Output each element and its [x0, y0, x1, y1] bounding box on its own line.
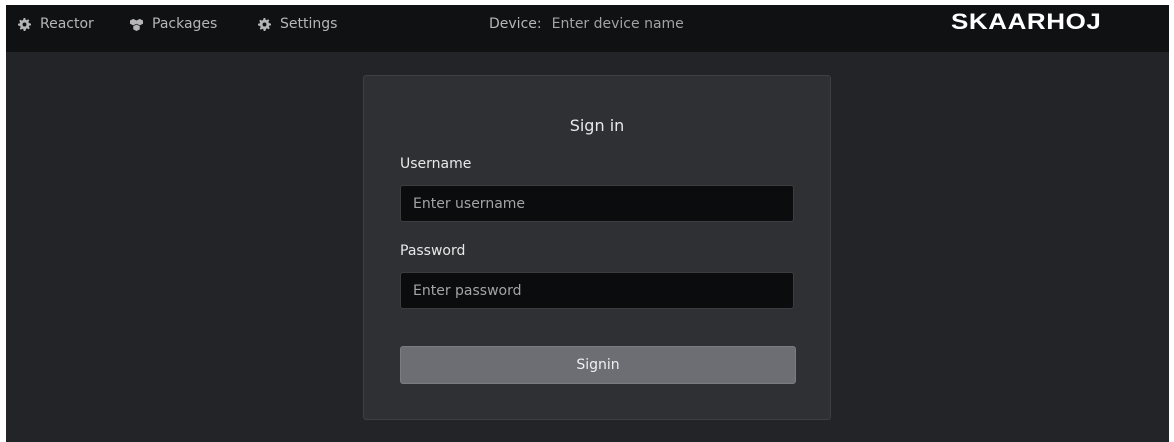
sign-in-card: Sign in Username Password Signin	[363, 75, 831, 420]
nav-item-label: Settings	[280, 16, 338, 32]
signin-button[interactable]: Signin	[400, 346, 796, 384]
nav-item-settings[interactable]: Settings	[258, 14, 337, 34]
device-selector: Device:	[489, 14, 812, 34]
nav-item-packages[interactable]: Packages	[130, 14, 217, 34]
username-input[interactable]	[400, 185, 794, 222]
password-label: Password	[400, 243, 466, 259]
password-input[interactable]	[400, 272, 794, 309]
app-window: Reactor Packages Settings Device: SKAARH…	[6, 5, 1169, 442]
top-nav-bar: Reactor Packages Settings Device: SKAARH…	[6, 5, 1169, 52]
nav-item-reactor[interactable]: Reactor	[18, 14, 94, 34]
username-label: Username	[400, 156, 472, 172]
gear-icon	[18, 17, 31, 31]
skaarhoj-logo: SKAARHOJ	[951, 9, 1102, 34]
packages-icon	[130, 18, 143, 31]
nav-item-label: Reactor	[40, 16, 94, 32]
gear-icon	[258, 17, 271, 31]
device-name-input[interactable]	[551, 14, 812, 34]
sign-in-title: Sign in	[569, 116, 625, 135]
device-label: Device:	[489, 16, 542, 32]
nav-item-label: Packages	[152, 16, 218, 32]
